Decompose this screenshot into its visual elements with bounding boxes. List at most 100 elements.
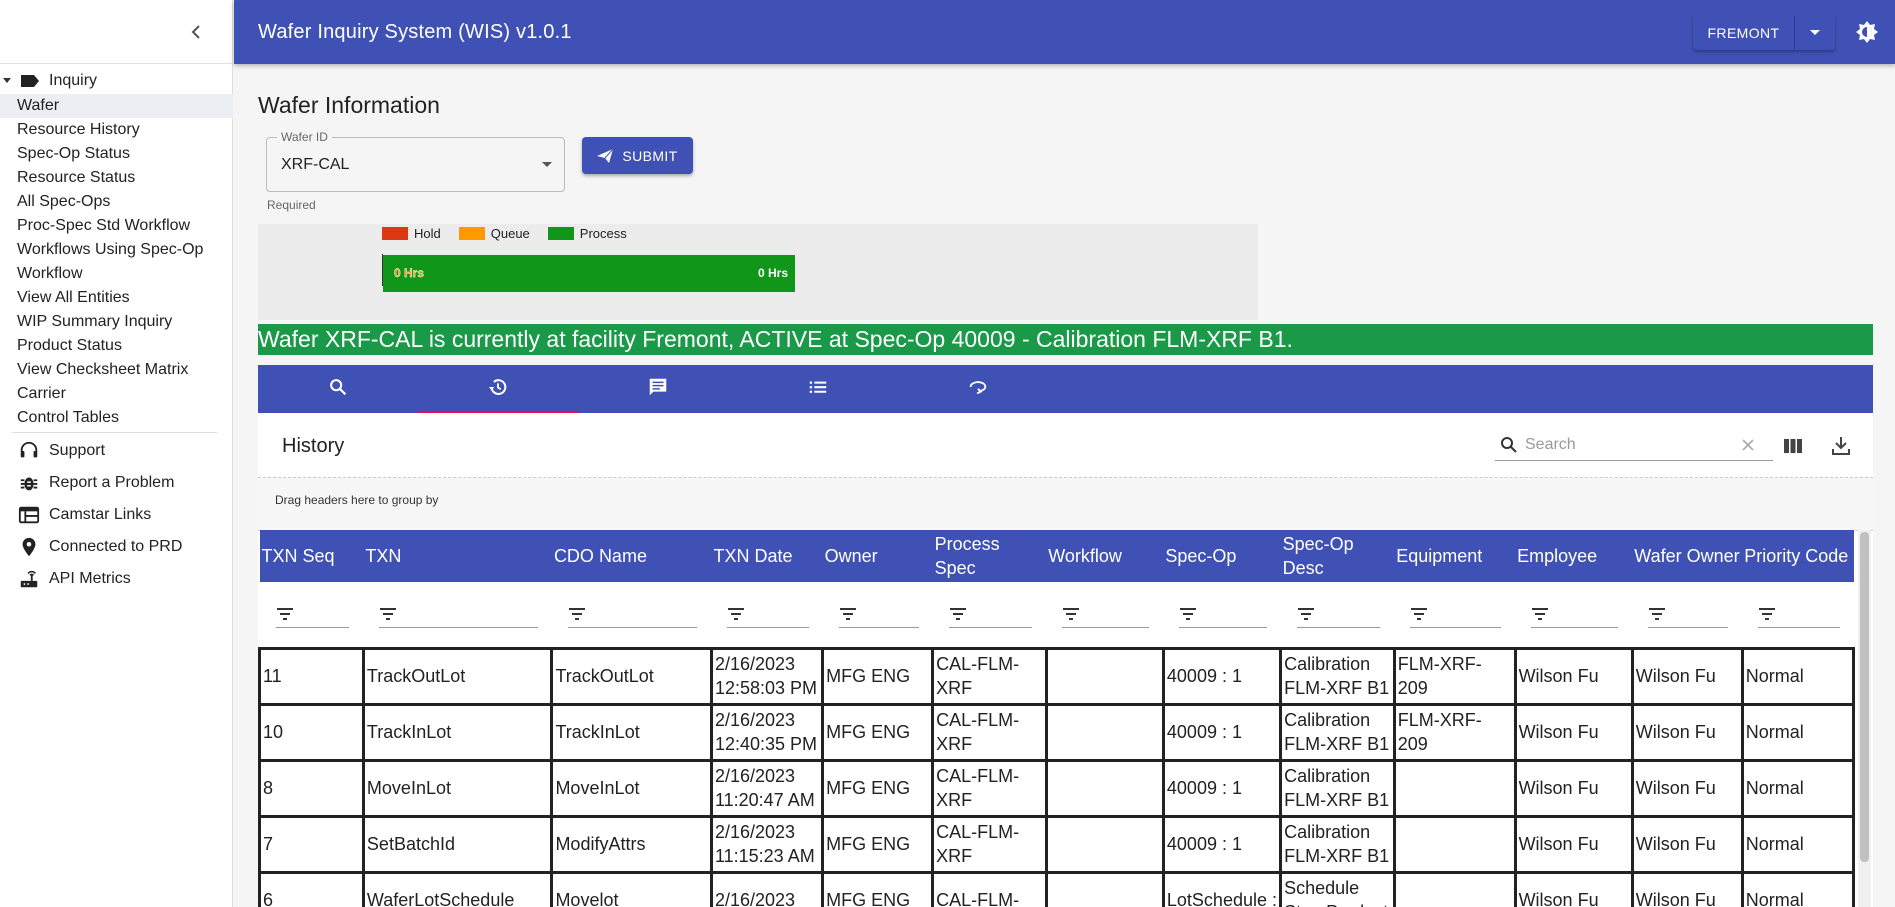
table-row[interactable]: 8 MoveInLot MoveInLot 2/16/2023 11:20:47 AM… (258, 758, 1856, 818)
filter-icon[interactable] (1648, 607, 1666, 621)
column-filter-input[interactable] (1062, 600, 1150, 629)
cell-priority-code: Normal (1740, 870, 1856, 907)
timeline-process-bar[interactable] (383, 255, 795, 292)
filter-icon[interactable] (839, 607, 857, 621)
filter-cell-process-spec (932, 582, 1047, 648)
timeline-bar-end-label: 0 Hrs (758, 266, 789, 280)
sidebar-util-report-a-problem[interactable]: Report a Problem (0, 467, 233, 499)
download-button[interactable] (1829, 434, 1853, 458)
column-header-employee[interactable]: Employee (1515, 530, 1633, 582)
column-header-equipment[interactable]: Equipment (1394, 530, 1516, 582)
sidebar-item-resource-status[interactable]: Resource Status (0, 166, 233, 190)
sidebar-item-control-tables[interactable]: Control Tables (0, 406, 233, 430)
cell-process-spec: CAL-FLM-XRF (931, 814, 1048, 874)
filter-icon[interactable] (1062, 607, 1080, 621)
tab-comment[interactable] (578, 365, 738, 413)
column-header-cdo-name[interactable]: CDO Name (551, 530, 712, 582)
filter-icon[interactable] (1410, 607, 1428, 621)
column-filter-input[interactable] (948, 600, 1033, 629)
column-header-priority-code[interactable]: Priority Code (1742, 530, 1854, 582)
sidebar-item-proc-spec-std-workflow[interactable]: Proc-Spec Std Workflow (0, 214, 233, 238)
column-filter-input[interactable] (567, 600, 698, 629)
facility-dropdown-button[interactable] (1795, 16, 1835, 50)
sidebar-item-view-checksheet-matrix[interactable]: View Checksheet Matrix (0, 358, 233, 382)
table-scrollbar[interactable] (1858, 530, 1871, 907)
search-input[interactable] (1525, 435, 1735, 454)
theme-toggle-button[interactable] (1855, 20, 1879, 44)
submit-button[interactable]: SUBMIT (582, 137, 693, 174)
column-filter-input[interactable] (1179, 600, 1267, 629)
history-icon (487, 376, 509, 403)
table-row[interactable]: 7 SetBatchId ModifyAttrs 2/16/2023 11:15:23… (258, 814, 1856, 874)
sidebar-item-product-status[interactable]: Product Status (0, 334, 233, 358)
column-header-txn-date[interactable]: TXN Date (711, 530, 823, 582)
column-filter-input[interactable] (1648, 600, 1729, 629)
column-filter-input[interactable] (1410, 600, 1502, 629)
cell-spec-op-desc: Calibration FLM-XRF B1 (1279, 702, 1396, 762)
table-row[interactable]: 11 TrackOutLot TrackOutLot 2/16/2023 12:58:… (258, 646, 1856, 706)
facility-button[interactable]: FREMONT (1693, 16, 1795, 50)
sidebar-item-view-all-entities[interactable]: View All Entities (0, 286, 233, 310)
table-row[interactable]: 6 WaferLotSchedule Movelot 2/16/2023 MFG ENG… (258, 870, 1856, 907)
sidebar-item-wip-summary-inquiry[interactable]: WIP Summary Inquiry (0, 310, 233, 334)
filter-icon[interactable] (1758, 607, 1776, 621)
column-filter-input[interactable] (275, 600, 350, 629)
filter-icon[interactable] (1179, 607, 1197, 621)
sidebar-item-all-spec-ops[interactable]: All Spec-Ops (0, 190, 233, 214)
search-icon (1501, 436, 1517, 453)
filter-icon[interactable] (949, 607, 967, 621)
collapse-sidebar-button[interactable] (184, 20, 208, 44)
table-row[interactable]: 10 TrackInLot TrackInLot 2/16/2023 12:40:35… (258, 702, 1856, 762)
column-header-spec-op[interactable]: Spec-Op (1163, 530, 1281, 582)
column-filter-input[interactable] (838, 600, 919, 629)
sidebar-util-camstar-links[interactable]: Camstar Links (0, 499, 233, 531)
tab-history[interactable] (418, 365, 578, 413)
column-header-wafer-owner[interactable]: Wafer Owner (1632, 530, 1743, 582)
sidebar-util-connected-to-prd[interactable]: Connected to PRD (0, 531, 233, 563)
column-filter-input[interactable] (1296, 600, 1381, 629)
column-header-spec-op-desc[interactable]: Spec-Op Desc (1280, 530, 1395, 582)
filter-icon[interactable] (727, 607, 745, 621)
sidebar-item-spec-op-status[interactable]: Spec-Op Status (0, 142, 233, 166)
clear-search-button[interactable] (1739, 436, 1757, 454)
group-by-drop-area[interactable]: Drag headers here to group by (258, 477, 1873, 531)
cell-owner: MFG ENG (821, 814, 935, 874)
column-header-txn[interactable]: TXN (363, 530, 552, 582)
column-filter-input[interactable] (379, 600, 538, 629)
sidebar-item-carrier[interactable]: Carrier (0, 382, 233, 406)
column-filter-input[interactable] (1758, 600, 1840, 629)
scrollbar-thumb[interactable] (1860, 532, 1869, 862)
wafer-id-select[interactable]: Wafer ID XRF-CAL (266, 130, 565, 192)
filter-icon[interactable] (1297, 607, 1315, 621)
column-filter-input[interactable] (1531, 600, 1619, 629)
column-header-owner[interactable]: Owner (822, 530, 933, 582)
sidebar-item-resource-history[interactable]: Resource History (0, 118, 233, 142)
cell-workflow (1044, 702, 1165, 762)
filter-icon[interactable] (1531, 607, 1549, 621)
cell-txn-seq: 11 (258, 646, 365, 706)
cell-txn-seq: 7 (258, 814, 365, 874)
show-columns-button[interactable] (1781, 434, 1805, 458)
column-header-txn-seq[interactable]: TXN Seq (259, 530, 364, 582)
sidebar-item-workflow[interactable]: Workflow (0, 262, 233, 286)
column-header-workflow[interactable]: Workflow (1046, 530, 1164, 582)
legend-item-process: Process (547, 226, 627, 241)
tab-list[interactable] (738, 365, 898, 413)
caret-down-icon[interactable] (542, 162, 552, 167)
sidebar-util-support[interactable]: Support (0, 435, 233, 467)
filter-icon[interactable] (379, 607, 397, 621)
filter-cell-workflow (1046, 582, 1164, 648)
sidebar-item-wafer[interactable]: Wafer (0, 94, 233, 118)
tab-loop[interactable] (898, 365, 1058, 413)
sidebar-util-api-metrics[interactable]: API Metrics (0, 563, 233, 595)
column-filter-input[interactable] (727, 600, 809, 629)
page-title: Wafer Information (258, 92, 440, 118)
column-header-process-spec[interactable]: Process Spec (932, 530, 1047, 582)
nav-group-header-inquiry[interactable]: Inquiry (0, 70, 233, 92)
filter-icon[interactable] (568, 607, 586, 621)
timeline-legend: Hold Queue Process (382, 226, 645, 241)
filter-icon[interactable] (276, 607, 294, 621)
tab-search[interactable] (258, 365, 418, 413)
cell-wafer-owner: Wilson Fu (1630, 870, 1744, 907)
sidebar-item-workflows-using-spec-op[interactable]: Workflows Using Spec-Op (0, 238, 233, 262)
